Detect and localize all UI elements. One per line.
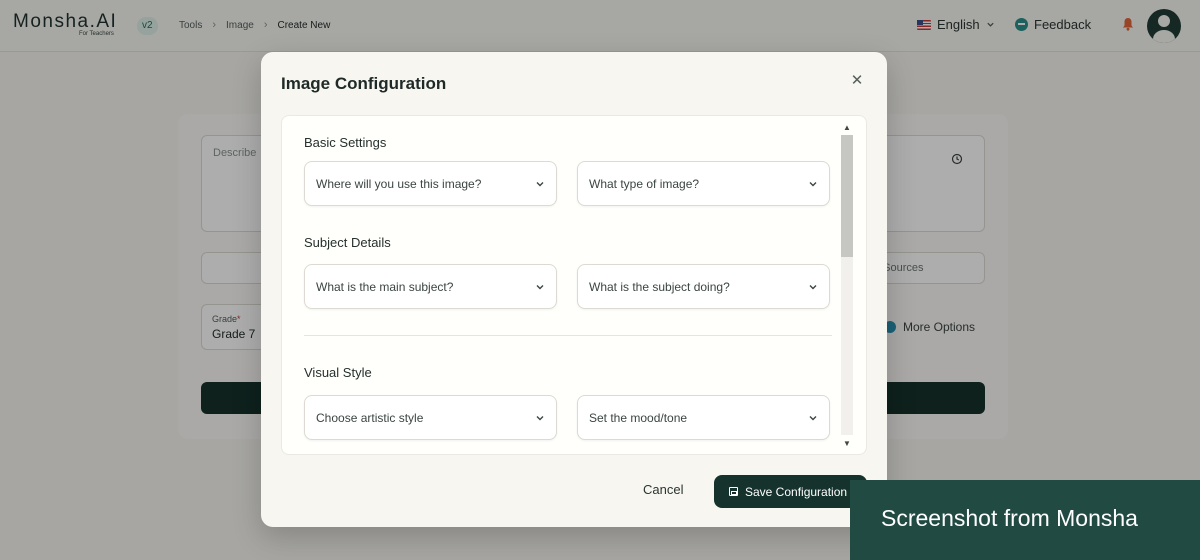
section-title-basic-settings: Basic Settings (304, 135, 387, 150)
chevron-down-icon (536, 416, 544, 421)
configuration-panel: Basic Settings Where will you use this i… (281, 115, 867, 455)
save-configuration-button[interactable]: Save Configuration (714, 475, 867, 508)
save-icon (729, 487, 738, 496)
save-button-label: Save Configuration (745, 484, 848, 499)
chevron-down-icon (809, 416, 817, 421)
main-subject-select[interactable]: What is the main subject? (304, 264, 557, 309)
section-title-subject-details: Subject Details (304, 235, 391, 250)
section-title-visual-style: Visual Style (304, 365, 372, 380)
artistic-style-select[interactable]: Choose artistic style (304, 395, 557, 440)
image-usage-select[interactable]: Where will you use this image? (304, 161, 557, 206)
select-label: Set the mood/tone (589, 411, 688, 425)
close-icon[interactable]: ✕ (849, 73, 865, 89)
scroll-down-arrow-icon[interactable]: ▼ (840, 438, 854, 450)
mood-tone-select[interactable]: Set the mood/tone (577, 395, 830, 440)
scroll-thumb[interactable] (841, 135, 853, 257)
watermark-banner: Screenshot from Monsha (850, 480, 1200, 560)
image-type-select[interactable]: What type of image? (577, 161, 830, 206)
section-divider (304, 335, 832, 336)
chevron-down-icon (809, 182, 817, 187)
select-label: Where will you use this image? (316, 177, 482, 191)
scroll-up-arrow-icon[interactable]: ▲ (840, 122, 854, 134)
image-configuration-modal: Image Configuration ✕ Basic Settings Whe… (261, 52, 887, 527)
panel-scrollbar[interactable]: ▲ ▼ (840, 120, 854, 450)
select-label: Choose artistic style (316, 411, 424, 425)
chevron-down-icon (809, 285, 817, 290)
select-label: What is the main subject? (316, 280, 454, 294)
chevron-down-icon (536, 285, 544, 290)
select-label: What is the subject doing? (589, 280, 730, 294)
chevron-down-icon (536, 182, 544, 187)
subject-action-select[interactable]: What is the subject doing? (577, 264, 830, 309)
select-label: What type of image? (589, 177, 700, 191)
cancel-button[interactable]: Cancel (643, 482, 683, 502)
modal-title: Image Configuration (281, 74, 447, 93)
